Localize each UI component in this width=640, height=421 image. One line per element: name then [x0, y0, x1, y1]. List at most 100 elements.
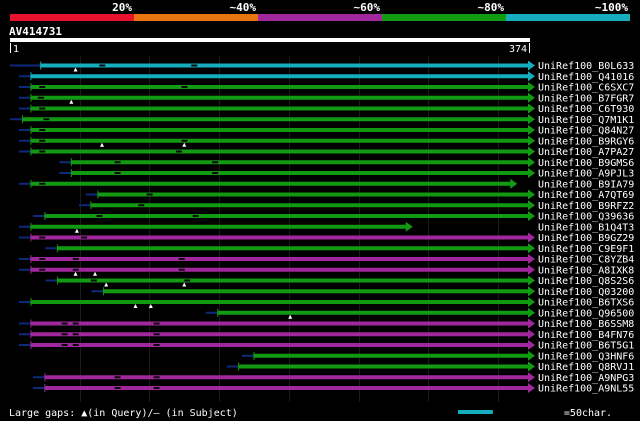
hit-row[interactable]: UniRef100_B6SSM8: [18, 318, 634, 331]
hit-row[interactable]: UniRef100_B1Q4T3: [18, 221, 634, 234]
hit-bar: [30, 267, 529, 272]
query-gap-mark: [100, 142, 105, 147]
hit-row[interactable]: UniRef100_A8IXK8: [18, 264, 634, 277]
identity-scale-label: ~100%: [595, 1, 628, 14]
subject-gap-mark: [146, 193, 153, 196]
hit-end-arrow: [528, 189, 535, 200]
hit-row[interactable]: UniRef100_Q41016: [18, 71, 634, 83]
hit-label[interactable]: UniRef100_C6SXC7: [538, 83, 634, 94]
hit-row[interactable]: UniRef100_A7QT69: [85, 189, 634, 202]
hit-bar: [57, 246, 529, 251]
query-gap-mark: [69, 99, 74, 104]
hit-row[interactable]: UniRef100_B4FN76: [18, 329, 634, 341]
subject-gap-mark: [72, 268, 79, 271]
hit-row[interactable]: UniRef100_B9RFZ2: [78, 200, 634, 212]
hit-label[interactable]: UniRef100_B9RFZ2: [538, 201, 634, 212]
hit-bar: [90, 203, 529, 208]
hit-row[interactable]: UniRef100_Q7M1K1: [10, 114, 634, 126]
hit-row[interactable]: UniRef100_A7PA27: [18, 146, 634, 159]
hit-row[interactable]: UniRef100_B9RGY6: [18, 135, 634, 148]
hit-label[interactable]: UniRef100_B1Q4T3: [538, 222, 634, 233]
hit-end-arrow: [405, 221, 413, 232]
hit-label[interactable]: UniRef100_C8YZB4: [538, 255, 634, 266]
hit-label[interactable]: UniRef100_Q96500: [538, 308, 634, 319]
hit-end-arrow: [528, 297, 535, 307]
subject-gap-mark: [175, 150, 182, 153]
hit-label[interactable]: UniRef100_A7PA27: [538, 147, 634, 158]
hit-row[interactable]: UniRef100_B6TXS6: [18, 297, 634, 309]
subject-gap-mark: [72, 258, 79, 260]
hit-row[interactable]: UniRef100_B7FGR7: [18, 92, 634, 105]
hit-bar: [103, 289, 530, 294]
hit-row[interactable]: UniRef100_C6SXC7: [18, 82, 634, 94]
hit-row[interactable]: UniRef100_Q03200: [91, 286, 634, 298]
hit-bar: [30, 149, 529, 154]
hit-label[interactable]: UniRef100_B9IA79: [538, 179, 634, 190]
hit-label[interactable]: UniRef100_Q03200: [538, 287, 634, 298]
hit-label[interactable]: UniRef100_C9E9F1: [538, 244, 634, 255]
hit-bar: [97, 192, 529, 197]
hit-row[interactable]: UniRef100_B9IA79: [18, 178, 634, 191]
hit-end-arrow: [528, 71, 535, 82]
subject-gap-mark: [114, 376, 121, 379]
hit-label[interactable]: UniRef100_B6T5G1: [538, 341, 634, 352]
hit-label[interactable]: UniRef100_A9NPG3: [538, 373, 634, 384]
hit-label[interactable]: UniRef100_B9GMS6: [538, 158, 634, 169]
hit-row[interactable]: UniRef100_B9GMS6: [59, 157, 634, 169]
hit-label[interactable]: UniRef100_A9PJL3: [538, 169, 634, 180]
hit-row[interactable]: UniRef100_C9E9F1: [45, 243, 634, 255]
subject-gap-mark: [72, 333, 79, 336]
hit-row[interactable]: UniRef100_B0L633: [10, 60, 634, 73]
hit-label[interactable]: UniRef100_B6SSM8: [538, 319, 634, 330]
hit-row[interactable]: UniRef100_Q39636: [32, 211, 634, 223]
query-gap-mark: [133, 304, 138, 308]
query-name: AV414731: [9, 25, 62, 38]
subject-gap-mark: [72, 344, 79, 346]
hit-label[interactable]: UniRef100_B6TXS6: [538, 298, 634, 309]
subject-gap-mark: [153, 344, 160, 346]
hit-end-arrow: [528, 103, 535, 114]
footer-legend: Large gaps: ▲(in Query)/— (in Subject) =…: [9, 408, 612, 419]
hit-label[interactable]: UniRef100_A7QT69: [538, 190, 634, 201]
hit-row[interactable]: UniRef100_Q84N27: [18, 125, 634, 137]
hit-label[interactable]: UniRef100_C6T930: [538, 104, 634, 115]
subject-gap-mark: [81, 236, 88, 239]
hit-row[interactable]: UniRef100_C6T930: [18, 103, 634, 116]
hit-label[interactable]: UniRef100_Q39636: [538, 212, 634, 223]
hit-bar: [30, 235, 529, 240]
hit-row[interactable]: UniRef100_C8YZB4: [18, 254, 634, 266]
hit-row[interactable]: UniRef100_Q96500: [205, 307, 635, 320]
hit-label[interactable]: UniRef100_A9NL55: [538, 384, 634, 395]
hit-row[interactable]: UniRef100_A9NPG3: [32, 372, 634, 384]
subject-gap-mark: [96, 215, 103, 217]
subject-gap-mark: [153, 322, 160, 325]
hit-bar: [217, 310, 529, 315]
hit-label[interactable]: UniRef100_Q8RVJ1: [538, 362, 634, 373]
hit-row[interactable]: UniRef100_Q8RVJ1: [226, 361, 635, 374]
hit-label[interactable]: UniRef100_B4FN76: [538, 330, 634, 341]
hit-label[interactable]: UniRef100_Q7M1K1: [538, 115, 634, 126]
hit-bar: [30, 343, 529, 347]
subject-gap-mark: [114, 387, 121, 389]
hit-label[interactable]: UniRef100_Q3HNF6: [538, 351, 634, 362]
query-start-label: 1: [13, 44, 19, 55]
hit-row[interactable]: UniRef100_A9NL55: [32, 383, 634, 395]
hit-end-arrow: [528, 361, 535, 372]
hit-row[interactable]: UniRef100_B6T5G1: [18, 340, 634, 352]
hit-label[interactable]: UniRef100_A8IXK8: [538, 265, 634, 276]
hit-bar: [30, 106, 529, 111]
hit-row[interactable]: UniRef100_B9GZ29: [18, 232, 634, 245]
hit-label[interactable]: UniRef100_Q41016: [538, 72, 634, 83]
hit-label[interactable]: UniRef100_Q8S2S6: [538, 276, 634, 287]
hit-label[interactable]: UniRef100_Q84N27: [538, 126, 634, 137]
hit-label[interactable]: UniRef100_B9RGY6: [538, 136, 634, 147]
hit-label[interactable]: UniRef100_B9GZ29: [538, 233, 634, 244]
hit-bar: [30, 74, 529, 79]
hit-row[interactable]: UniRef100_Q8S2S6: [45, 275, 634, 288]
hit-row[interactable]: UniRef100_A9PJL3: [59, 168, 634, 180]
hit-label[interactable]: UniRef100_B0L633: [538, 61, 634, 72]
hit-label[interactable]: UniRef100_B7FGR7: [538, 93, 634, 104]
subject-gap-mark: [153, 376, 160, 379]
hit-bar: [22, 117, 530, 122]
hit-row[interactable]: UniRef100_Q3HNF6: [241, 350, 634, 363]
